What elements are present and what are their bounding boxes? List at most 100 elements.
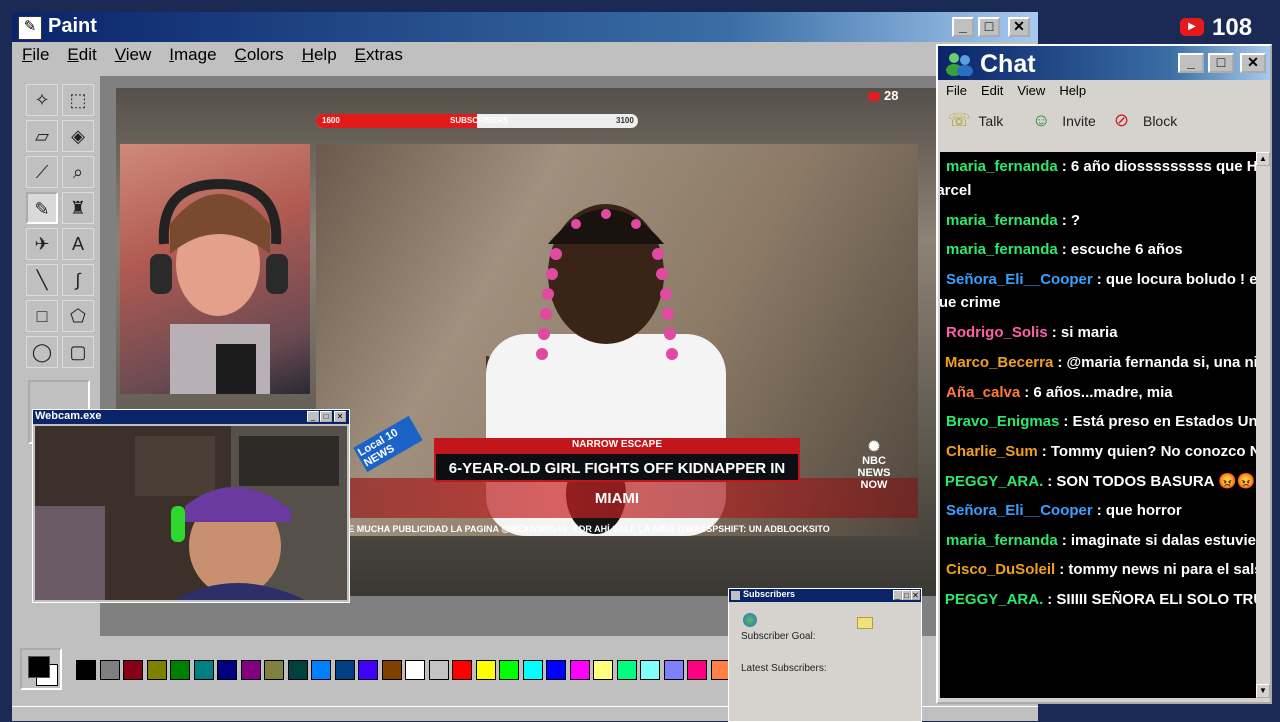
block-button[interactable]: ⊘ Block — [1114, 110, 1177, 131]
menu-file[interactable]: File — [12, 42, 57, 65]
text-tool[interactable]: A — [62, 228, 94, 260]
palette-swatch[interactable] — [546, 660, 566, 680]
palette-swatch[interactable] — [616, 660, 637, 680]
palette-swatch[interactable] — [146, 660, 167, 680]
chat-username[interactable]: maria_fernanda — [946, 158, 1058, 175]
pencil-tool[interactable]: ✎ — [26, 192, 58, 224]
curve-tool[interactable]: ∫ — [62, 264, 94, 296]
palette-swatch[interactable] — [240, 660, 261, 680]
chat-username[interactable]: Bravo_Enigmas — [946, 413, 1059, 430]
color-picker-tool[interactable]: ⟋ — [26, 156, 58, 188]
chat-username[interactable]: PEGGY_ARA. — [945, 591, 1043, 608]
palette-swatch[interactable] — [311, 660, 331, 680]
chat-username[interactable]: Aña_calva — [946, 384, 1020, 401]
subs-maximize-button[interactable]: □ — [902, 590, 911, 600]
chat-menu-help[interactable]: Help — [1051, 80, 1092, 98]
chat-scrollbar[interactable]: ▲ ▼ — [1256, 152, 1270, 698]
palette-swatch[interactable] — [123, 660, 143, 680]
palette-swatch[interactable] — [593, 660, 613, 680]
nbc-peacock-icon: ✺ — [868, 438, 880, 454]
brush-tool[interactable]: ♜ — [62, 192, 94, 224]
menu-image[interactable]: Image — [159, 42, 224, 65]
rect-select-tool[interactable]: ⬚ — [62, 84, 94, 116]
chat-username[interactable]: Cisco_DuSoleil — [946, 561, 1055, 578]
palette-swatch[interactable] — [452, 660, 472, 680]
palette-swatch[interactable] — [475, 660, 496, 680]
chat-username[interactable]: maria_fernanda — [946, 532, 1058, 549]
paint-title: Paint — [48, 15, 97, 37]
webcam-close-button[interactable]: ✕ — [334, 411, 346, 422]
chat-menu-view[interactable]: View — [1009, 80, 1051, 98]
palette-swatch[interactable] — [170, 660, 190, 680]
palette-swatch[interactable] — [76, 660, 96, 680]
talk-button[interactable]: ☏ Talk — [948, 110, 1003, 131]
chat-text: : 6 años...madre, mia — [1024, 383, 1173, 401]
palette-swatch[interactable] — [428, 660, 449, 680]
latest-subscribers-label: Latest Subscribers: — [741, 663, 827, 674]
palette-swatch[interactable] — [334, 660, 355, 680]
menu-help[interactable]: Help — [292, 42, 345, 65]
fill-tool[interactable]: ◈ — [62, 120, 94, 152]
minimize-button[interactable]: _ — [952, 17, 974, 37]
chat-menu-edit[interactable]: Edit — [973, 80, 1009, 98]
chat-message: maria_fernanda: imaginate si dalas estuv… — [940, 532, 1256, 549]
invite-label: Invite — [1062, 113, 1096, 129]
subs-close-button[interactable]: ✕ — [911, 590, 920, 600]
paint-title-bar[interactable]: ✎ Paint _ □ ✕ — [12, 12, 1038, 42]
rectangle-tool[interactable]: □ — [26, 300, 58, 332]
line-tool[interactable]: ╲ — [26, 264, 58, 296]
invite-button[interactable]: ☺ Invite — [1032, 110, 1096, 131]
current-colors[interactable] — [20, 648, 62, 690]
chat-minimize-button[interactable]: _ — [1178, 53, 1204, 73]
chat-username[interactable]: maria_fernanda — [946, 241, 1058, 258]
free-select-tool[interactable]: ✧ — [26, 84, 58, 116]
close-button[interactable]: ✕ — [1008, 17, 1030, 37]
subscribers-title-bar[interactable]: Subscribers _ □ ✕ — [729, 589, 921, 602]
palette-swatch[interactable] — [193, 660, 214, 680]
palette-swatch[interactable] — [381, 660, 402, 680]
scroll-down-arrow[interactable]: ▼ — [1256, 684, 1270, 698]
chat-menu-file[interactable]: File — [938, 80, 973, 98]
chat-title-bar[interactable]: Chat _ □ ✕ — [938, 46, 1270, 80]
chat-username[interactable]: PEGGY_ARA. — [945, 473, 1043, 490]
palette-swatch[interactable] — [287, 660, 308, 680]
scroll-up-arrow[interactable]: ▲ — [1256, 152, 1270, 166]
webcam-maximize-button[interactable]: □ — [320, 411, 332, 422]
webcam-title-bar[interactable]: Webcam.exe _ □ ✕ — [33, 410, 349, 424]
palette-swatch[interactable] — [663, 660, 684, 680]
chat-message: Charlie_Sum: Tommy quien? No conozco NPC — [940, 443, 1256, 460]
palette-swatch[interactable] — [522, 660, 543, 680]
maximize-button[interactable]: □ — [978, 17, 1000, 37]
palette-swatch[interactable] — [358, 660, 378, 680]
magnifier-icon: ⌕ — [72, 162, 84, 182]
ellipse-tool[interactable]: ◯ — [26, 336, 58, 368]
eraser-tool[interactable]: ▱ — [26, 120, 58, 152]
menu-extras[interactable]: Extras — [345, 42, 411, 65]
polygon-tool[interactable]: ⬠ — [62, 300, 94, 332]
menu-colors[interactable]: Colors — [225, 42, 292, 65]
chat-username[interactable]: Rodrigo_Solis — [946, 324, 1048, 341]
palette-swatch[interactable] — [217, 660, 237, 680]
airbrush-tool[interactable]: ✈ — [26, 228, 58, 260]
chat-close-button[interactable]: ✕ — [1240, 53, 1266, 73]
palette-swatch[interactable] — [640, 660, 660, 680]
palette-swatch[interactable] — [499, 660, 519, 680]
menu-edit[interactable]: Edit — [57, 42, 104, 65]
palette-swatch[interactable] — [569, 660, 590, 680]
chat-username[interactable]: Charlie_Sum — [946, 443, 1038, 460]
chat-maximize-button[interactable]: □ — [1208, 53, 1234, 73]
chat-username[interactable]: Señora_Eli__Cooper — [946, 502, 1093, 519]
menu-view[interactable]: View — [105, 42, 160, 65]
webcam-minimize-button[interactable]: _ — [307, 411, 319, 422]
palette-swatch[interactable] — [264, 660, 284, 680]
chat-text: : 6 año diosssssssss que HDP — [1061, 158, 1256, 175]
magnifier-tool[interactable]: ⌕ — [62, 156, 94, 188]
palette-swatch[interactable] — [405, 660, 425, 680]
subs-minimize-button[interactable]: _ — [893, 590, 902, 600]
palette-swatch[interactable] — [99, 660, 120, 680]
palette-swatch[interactable] — [687, 660, 707, 680]
rounded-rect-tool[interactable]: ▢ — [62, 336, 94, 368]
chat-username[interactable]: maria_fernanda — [946, 212, 1058, 229]
chat-username[interactable]: Señora_Eli__Cooper — [946, 271, 1093, 288]
chat-username[interactable]: Marco_Becerra — [945, 354, 1053, 371]
